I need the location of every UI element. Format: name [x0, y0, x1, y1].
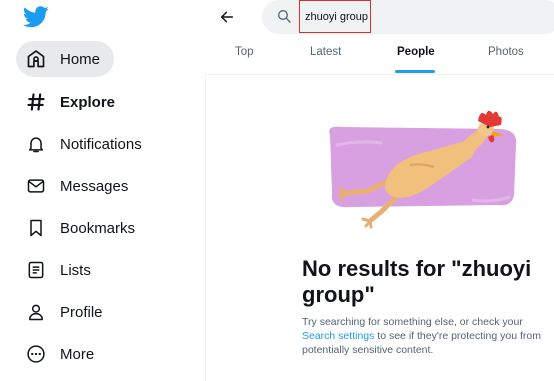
no-results-title: No results for "zhuoyi group": [302, 256, 532, 307]
sidebar-item-label: Lists: [60, 261, 91, 279]
search-settings-link[interactable]: Search settings: [302, 330, 374, 342]
sidebar-item-bookmarks[interactable]: Bookmarks: [16, 210, 149, 246]
sidebar-item-label: Profile: [60, 303, 103, 321]
no-results-text: Try searching for something else, or che…: [302, 315, 552, 357]
sidebar-item-profile[interactable]: Profile: [16, 294, 117, 330]
envelope-icon: [26, 176, 46, 196]
more-circle-icon: [26, 344, 46, 364]
sidebar-item-explore[interactable]: Explore: [16, 84, 129, 120]
tab-photos[interactable]: Photos: [488, 46, 524, 58]
tab-top[interactable]: Top: [235, 46, 254, 58]
tab-people[interactable]: People: [397, 46, 435, 58]
sidebar-item-messages[interactable]: Messages: [16, 168, 142, 204]
no-results-text-part: Try searching for something else, or che…: [302, 316, 523, 328]
bookmark-icon: [26, 218, 46, 238]
sidebar-item-label: Messages: [60, 177, 129, 195]
sidebar-item-label: More: [60, 345, 95, 363]
twitter-logo-icon[interactable]: [22, 6, 49, 28]
active-tab-indicator: [395, 70, 435, 73]
sidebar-item-home[interactable]: Home: [16, 41, 115, 77]
search-input[interactable]: [299, 0, 371, 33]
sidebar-item-label: Bookmarks: [60, 219, 136, 237]
column-divider: [205, 74, 206, 381]
rubber-chicken-illustration: [322, 105, 522, 235]
list-icon: [26, 260, 46, 280]
sidebar-item-label: Explore: [60, 93, 116, 111]
sidebar-item-label: Notifications: [60, 135, 142, 153]
hashtag-icon: [26, 92, 46, 112]
sidebar: Home Explore Notifications Messages Book…: [0, 0, 200, 381]
sidebar-item-label: Home: [60, 50, 101, 68]
divider: [205, 74, 554, 75]
person-icon: [26, 302, 46, 322]
sidebar-item-notifications[interactable]: Notifications: [16, 126, 156, 162]
search-icon: [276, 8, 292, 24]
sidebar-item-lists[interactable]: Lists: [16, 252, 105, 288]
tab-latest[interactable]: Latest: [310, 46, 341, 58]
back-button[interactable]: [216, 6, 238, 28]
bell-icon: [26, 134, 46, 154]
home-icon: [26, 49, 46, 69]
arrow-left-icon: [220, 11, 234, 23]
sidebar-item-more[interactable]: More: [16, 336, 108, 372]
